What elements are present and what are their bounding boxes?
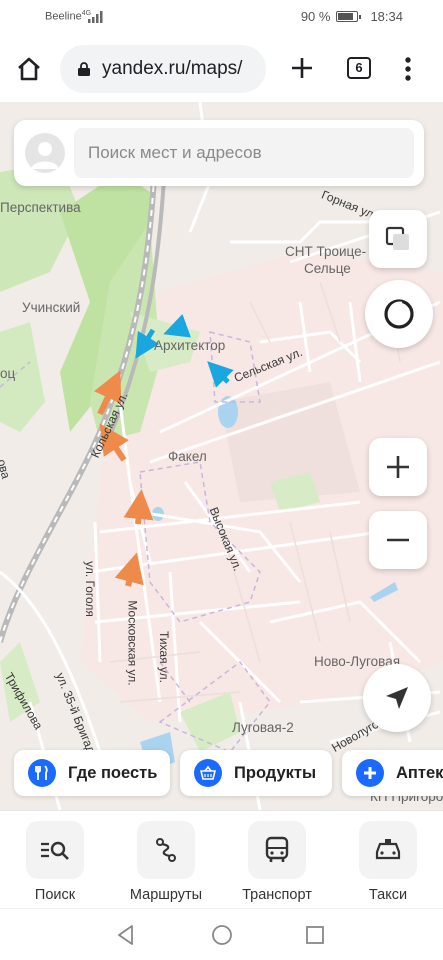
nav-taxi[interactable]: Такси xyxy=(333,821,443,903)
zoom-in-icon xyxy=(387,456,409,478)
alice-button[interactable] xyxy=(365,280,433,348)
plus-icon[interactable] xyxy=(288,54,316,82)
category-chips: Где поесть Продукты Аптеки xyxy=(14,750,443,796)
alice-icon xyxy=(384,299,414,329)
nav-transport[interactable]: Транспорт xyxy=(222,821,332,903)
orange-arrow xyxy=(123,489,154,525)
battery-icon xyxy=(336,11,362,22)
pharmacy-cross-icon xyxy=(356,759,384,787)
nav-routes[interactable]: Маршруты xyxy=(111,821,221,903)
browser-toolbar: yandex.ru/maps/ 6 xyxy=(0,36,443,102)
carrier-name: Beeline4G xyxy=(45,10,92,23)
place-label: Луговая-2 xyxy=(232,720,294,735)
home-icon[interactable] xyxy=(14,54,44,84)
search-list-icon xyxy=(41,841,69,860)
blue-arrow xyxy=(135,328,160,359)
battery-percent: 90 % xyxy=(300,9,331,24)
signal-icon xyxy=(88,11,103,23)
lock-icon xyxy=(78,62,90,76)
recents-icon[interactable] xyxy=(303,923,327,947)
zoom-out-icon xyxy=(387,538,409,542)
place-label: Факел xyxy=(168,449,207,464)
status-bar: Beeline4G 90 % 18:34 xyxy=(0,0,443,36)
more-vert-icon[interactable] xyxy=(398,54,418,84)
place-label: оц xyxy=(0,366,16,381)
chip-groceries[interactable]: Продукты xyxy=(180,750,332,796)
blue-arrow xyxy=(207,361,234,388)
orange-arrow xyxy=(99,423,129,462)
route-icon xyxy=(156,838,176,862)
avatar[interactable] xyxy=(25,133,65,173)
layers-icon xyxy=(385,226,409,250)
place-label: Сельце xyxy=(304,261,351,276)
clock: 18:34 xyxy=(370,9,403,24)
layers-button[interactable] xyxy=(369,210,427,268)
zoom-out-button[interactable] xyxy=(369,511,427,569)
search-card: Поиск мест и адресов xyxy=(14,120,424,186)
basket-icon xyxy=(194,759,222,787)
tabs-icon[interactable]: 6 xyxy=(347,57,371,79)
nav-search[interactable]: Поиск xyxy=(0,821,110,903)
search-input[interactable]: Поиск мест и адресов xyxy=(74,128,414,178)
bottom-navigation: Поиск Маршруты Транспорт Такси xyxy=(0,810,443,908)
place-label: Архитектор xyxy=(154,338,226,353)
chip-where-to-eat[interactable]: Где поесть xyxy=(14,750,170,796)
url-text: yandex.ru/maps/ xyxy=(102,58,243,79)
zoom-in-button[interactable] xyxy=(369,438,427,496)
address-bar[interactable]: yandex.ru/maps/ xyxy=(60,45,266,93)
chip-pharmacies[interactable]: Аптеки xyxy=(342,750,443,796)
back-icon[interactable] xyxy=(114,923,138,947)
place-label: Учинский xyxy=(22,300,81,315)
place-label: СНТ Троице- xyxy=(285,244,367,259)
android-navigation-bar xyxy=(0,908,443,960)
blue-arrow xyxy=(163,313,192,338)
street-label: ул. Гоголя xyxy=(82,561,97,617)
street-label: Тихая ул. xyxy=(156,631,171,683)
home-circle-icon[interactable] xyxy=(210,923,234,947)
street-label: Московская ул. xyxy=(125,600,140,686)
fork-knife-icon xyxy=(28,759,56,787)
locate-icon xyxy=(386,687,408,709)
map-canvas[interactable]: Перспектива Учинский оц СНТ Троице- Сель… xyxy=(0,102,443,810)
orange-arrow xyxy=(114,552,144,587)
place-label: Перспектива xyxy=(0,200,81,215)
locate-button[interactable] xyxy=(363,664,431,732)
taxi-icon xyxy=(375,839,401,860)
bus-icon xyxy=(265,836,289,862)
